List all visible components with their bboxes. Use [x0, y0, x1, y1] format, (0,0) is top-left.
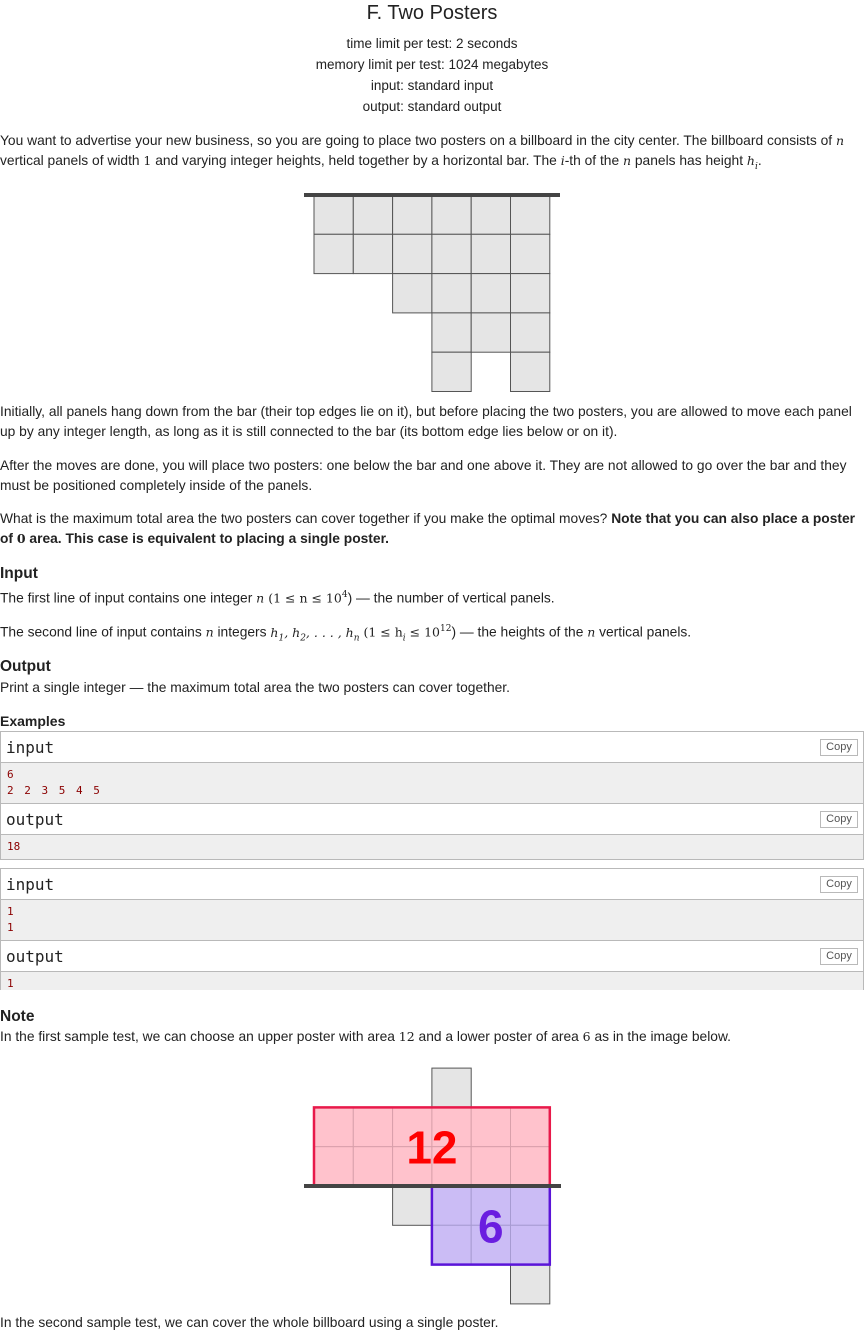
example-1-input: 6 2 2 3 5 4 5: [1, 763, 863, 804]
statement-paragraph-4: What is the maximum total area the two p…: [0, 511, 855, 546]
output-text: Print a single integer — the maximum tot…: [0, 680, 510, 695]
solution-figure: 12 6: [304, 1067, 561, 1305]
panel-cell: [431, 194, 472, 235]
input-line-2: The second line of input contains n inte…: [0, 624, 692, 644]
lower-poster-cell: [510, 1185, 551, 1226]
example-1: input Copy 6 2 2 3 5 4 5 output Copy 18: [0, 731, 864, 860]
examples-title: Examples: [0, 713, 66, 729]
lower-poster-cell: [431, 1185, 472, 1226]
statement-paragraph-2: Initially, all panels hang down from the…: [0, 404, 852, 439]
example-2-input-header: input Copy: [1, 869, 863, 900]
upper-poster-cell: [510, 1146, 551, 1187]
output-label: output: [6, 810, 64, 829]
panel-cell: [392, 273, 433, 314]
panel-cell: [431, 233, 472, 275]
time-limit: time limit per test: 2 seconds: [346, 36, 518, 51]
panel-cell: [470, 312, 512, 353]
heights-sequence: h1, h2, . . . , hn: [270, 624, 360, 644]
memory-limit: memory limit per test: 1024 megabytes: [315, 57, 549, 72]
example-2-input: 1 1: [1, 900, 863, 941]
panel-cell: [352, 194, 394, 235]
sample-line: 18: [7, 840, 21, 853]
billboard-figure: [304, 193, 560, 392]
input-section-title: Input: [0, 565, 38, 582]
horizontal-bar: [304, 193, 560, 197]
input-label: input: [6, 875, 55, 894]
example-2-output-header: output Copy: [1, 941, 863, 972]
panel-cell: [470, 194, 512, 235]
panel-cell: [431, 273, 472, 314]
example-1-input-header: input Copy: [1, 732, 863, 763]
panel-cell: [510, 351, 551, 392]
example-1-output-header: output Copy: [1, 804, 863, 835]
upper-poster-cell: [352, 1106, 394, 1148]
output-section-title: Output: [0, 658, 51, 675]
copy-button[interactable]: Copy: [820, 739, 858, 756]
panel-cell: [392, 1185, 433, 1226]
panel-cell: [431, 351, 472, 392]
panel-cell: [510, 273, 551, 314]
example-1-output: 18: [1, 835, 863, 859]
panel-cell: [510, 312, 551, 353]
panel-cell: [352, 233, 394, 275]
lower-poster-cell: [431, 1224, 472, 1266]
panel-cell: [392, 233, 433, 275]
lower-poster-cell: [510, 1224, 551, 1266]
upper-poster-cell: [470, 1106, 512, 1148]
panel-cell: [510, 194, 551, 235]
panel-cell: [470, 273, 512, 314]
panel-cell: [510, 233, 551, 275]
upper-poster-cell: [510, 1106, 551, 1148]
statement-paragraph-1: You want to advertise your new business,…: [0, 133, 845, 172]
sample-line: 2 2 3 5 4 5: [7, 784, 102, 797]
note-title: Note: [0, 1008, 35, 1025]
note-line-2: In the second sample test, we can cover …: [0, 1315, 499, 1330]
upper-poster-cell: [352, 1146, 394, 1187]
output-label: output: [6, 947, 64, 966]
input-label: input: [6, 738, 55, 757]
upper-poster-cell: [313, 1106, 354, 1148]
copy-button[interactable]: Copy: [820, 948, 858, 965]
panel-cell: [392, 194, 433, 235]
horizontal-bar: [304, 1184, 561, 1188]
input-file: input: standard input: [370, 78, 494, 93]
statement-paragraph-3: After the moves are done, you will place…: [0, 458, 847, 493]
upper-poster-cell: [470, 1146, 512, 1187]
output-file: output: standard output: [362, 99, 502, 114]
panel-cell: [313, 194, 354, 235]
upper-poster-cell: [313, 1146, 354, 1187]
input-line-1: The first line of input contains one int…: [0, 590, 555, 606]
sample-line: 1: [7, 905, 14, 918]
panel-cell: [510, 1264, 551, 1305]
example-2-output: 1: [1, 972, 863, 990]
upper-area-label: 12: [406, 1122, 457, 1174]
sample-line: 1: [7, 921, 14, 934]
panel-cell: [470, 233, 512, 275]
panel-cell: [431, 312, 472, 353]
example-2: input Copy 1 1 output Copy 1: [0, 868, 864, 990]
sample-line: 1: [7, 977, 14, 990]
lower-area-label: 6: [478, 1200, 504, 1252]
copy-button[interactable]: Copy: [820, 811, 858, 828]
panel-cell: [431, 1067, 472, 1108]
sample-line: 6: [7, 768, 14, 781]
panel-cell: [313, 233, 354, 275]
problem-title: F. Two Posters: [366, 2, 498, 24]
copy-button[interactable]: Copy: [820, 876, 858, 893]
note-line-1: In the first sample test, we can choose …: [0, 1029, 731, 1044]
